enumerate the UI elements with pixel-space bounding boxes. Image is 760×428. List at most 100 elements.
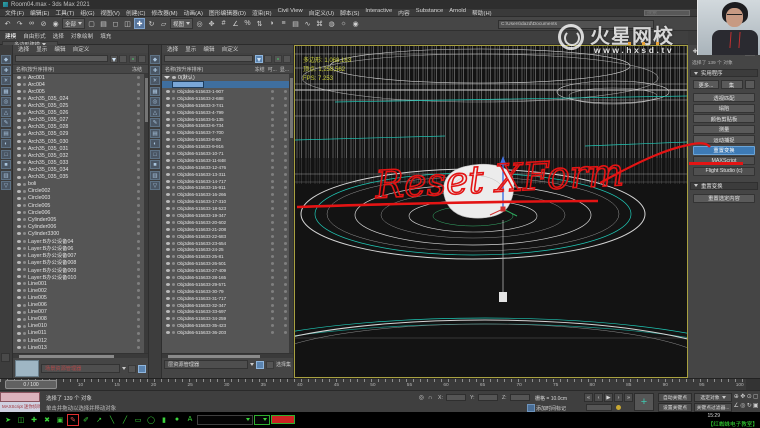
list-item[interactable]: Obj3d66-515633-7-700 [162,129,293,136]
filter-geometry-icon[interactable]: ◆ [1,55,11,64]
visible-toggle[interactable] [284,310,287,313]
visibility-icon[interactable] [17,247,21,250]
renderable-icon[interactable] [23,268,26,271]
list-item[interactable]: Arch35_035_028 [13,124,148,131]
frozen-toggle[interactable] [271,200,274,203]
visible-toggle[interactable] [284,145,287,148]
play-icon[interactable]: ▶ [604,393,613,402]
list-item[interactable]: Arch35_035_030 [13,138,148,145]
renderable-icon[interactable] [23,275,26,278]
renderable-icon[interactable] [172,131,175,134]
undo-icon[interactable]: ↶ [2,18,13,29]
filter-helpers-icon[interactable]: ◎ [1,97,11,106]
unlink-icon[interactable]: ⊘ [38,18,49,29]
filled-rect-tool-icon[interactable]: ▮ [158,414,170,426]
frozen-toggle[interactable] [137,83,140,86]
explorer-menu-item[interactable]: 编辑 [54,45,65,53]
renderable-icon[interactable] [23,339,26,342]
renderable-icon[interactable] [23,218,26,221]
frozen-toggle[interactable] [137,225,140,228]
filter-frozen-icon[interactable]: □ [1,150,11,159]
explorer-preset-dropdown[interactable]: 场景资源管理器 [41,364,120,373]
renderable-icon[interactable] [23,225,26,228]
renderable-icon[interactable] [172,118,175,121]
frozen-toggle[interactable] [271,269,274,272]
move-tool-icon[interactable]: ✚ [28,414,40,426]
visibility-icon[interactable] [166,90,170,93]
chevron-down-icon[interactable] [250,363,254,366]
renderable-icon[interactable] [23,161,26,164]
list-item[interactable]: Obj3d66-515633-33-697 [162,309,293,316]
visibility-icon[interactable] [17,268,21,271]
list-item[interactable]: Obj3d66-515633-21-208 [162,226,293,233]
renderable-icon[interactable] [172,297,175,300]
visibility-icon[interactable] [166,124,170,127]
visible-toggle[interactable] [284,131,287,134]
project-path-field[interactable]: C:\Users\dazd\Documents [498,20,654,29]
menu-item[interactable]: 自定义(U) [308,8,335,17]
visibility-icon[interactable] [17,168,21,171]
pen-tool-icon[interactable]: ✎ [67,414,79,426]
frozen-toggle[interactable] [137,97,140,100]
filter-containers-icon[interactable]: ▤ [1,129,11,138]
ribbon-tab[interactable]: 对象绘制 [71,32,93,40]
frozen-toggle[interactable] [271,297,274,300]
frozen-toggle[interactable] [137,190,140,193]
visible-toggle[interactable] [284,166,287,169]
renderable-icon[interactable] [172,124,175,127]
list-item[interactable]: Circle003 [13,195,148,202]
filter-shapes-icon[interactable]: ✚ [150,66,160,75]
explorer-menu-item[interactable]: 编辑 [203,45,214,53]
visibility-icon[interactable] [17,275,21,278]
zoom-region-icon[interactable]: ▢ [753,392,760,401]
scrollbar[interactable] [289,74,293,353]
renderable-icon[interactable] [172,304,175,307]
frozen-toggle[interactable] [137,289,140,292]
frozen-toggle[interactable] [137,197,140,200]
renderable-icon[interactable] [23,232,26,235]
renderable-icon[interactable] [23,261,26,264]
frozen-toggle[interactable] [271,248,274,251]
utility-button[interactable]: MAXScript [693,156,755,165]
visible-toggle[interactable] [284,90,287,93]
brush-tool-icon[interactable]: ✐ [80,414,92,426]
visibility-icon[interactable] [166,276,170,279]
visibility-icon[interactable] [17,183,21,186]
list-item[interactable]: Obj3d66-515633-25-81 [162,253,293,260]
frozen-toggle[interactable] [137,332,140,335]
renderable-icon[interactable] [23,325,26,328]
viewport-canvas[interactable]: 多边形: 1,068,163 顶点: 1,258,562 FPS: 7.253 [295,46,687,377]
list-item[interactable]: Arch35_035_032 [13,152,148,159]
visible-toggle[interactable] [284,180,287,183]
frozen-toggle[interactable] [137,311,140,314]
list-item[interactable]: Obj3d66-515633-15-911 [162,184,293,191]
visibility-icon[interactable] [166,166,170,169]
lock-icon[interactable] [119,55,127,63]
pin-icon[interactable] [256,361,264,369]
frozen-toggle[interactable] [137,211,140,214]
renderable-icon[interactable] [172,97,175,100]
sets-button[interactable]: 集 [721,80,743,89]
time-tag-label[interactable]: 添加时间标记 [536,405,566,412]
list-item[interactable]: Line010 [13,323,148,330]
filter-hidden-icon[interactable]: ■ [1,160,11,169]
renderable-icon[interactable] [23,176,26,179]
renderable-icon[interactable] [23,112,26,115]
frozen-toggle[interactable] [137,254,140,257]
maxscript-mini-listener[interactable] [0,392,40,402]
visibility-icon[interactable] [17,154,21,157]
list-item[interactable]: Obj3d66-515633-12-476 [162,164,293,171]
visibility-icon[interactable] [17,140,21,143]
renderable-icon[interactable] [23,97,26,100]
delete-icon[interactable] [128,365,136,373]
list-item[interactable]: Obj3d66-515633-11-848 [162,157,293,164]
go-end-icon[interactable]: » [624,393,633,402]
visibility-icon[interactable] [17,90,21,93]
renderable-icon[interactable] [172,104,175,107]
frozen-toggle[interactable] [271,186,274,189]
visibility-icon[interactable] [166,173,170,176]
renderable-icon[interactable] [23,304,26,307]
render-setup-icon[interactable]: ☼ [338,18,349,29]
visibility-icon[interactable] [166,228,170,231]
list-item[interactable]: Obj3d66-515633-30-79 [162,288,293,295]
